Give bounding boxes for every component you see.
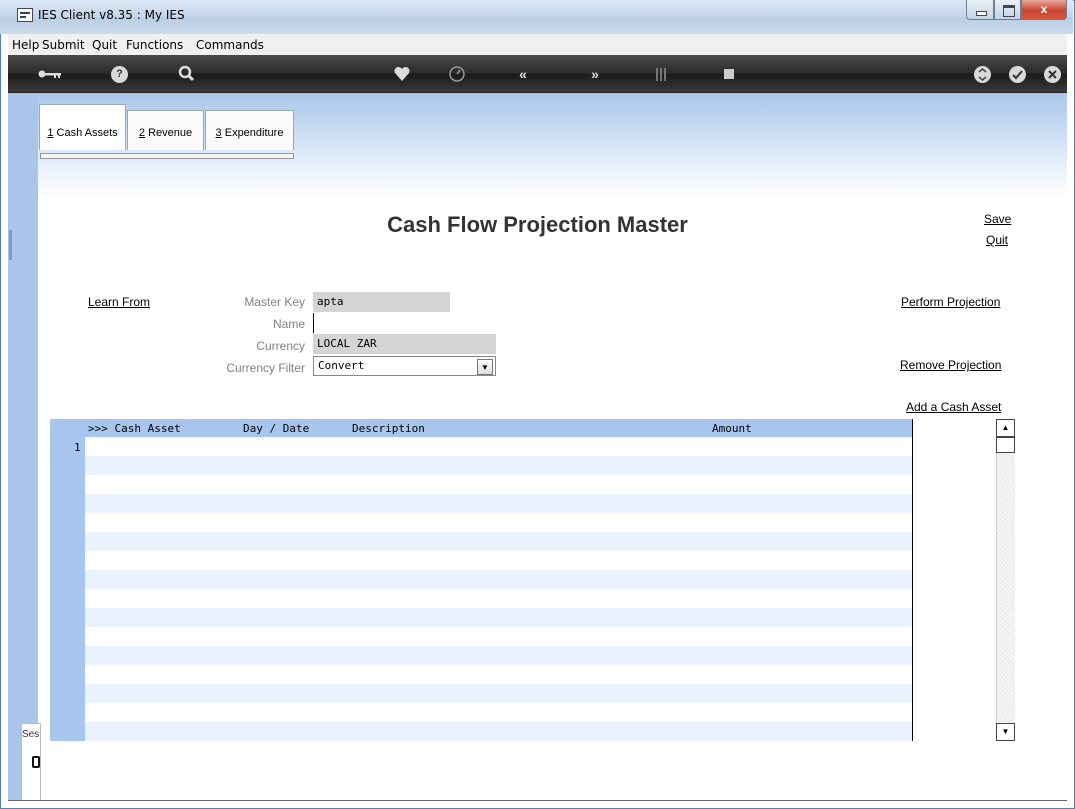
table-row[interactable] — [85, 494, 913, 513]
scroll-up-icon[interactable]: ▲ — [996, 419, 1015, 437]
search-icon[interactable] — [176, 64, 198, 84]
tab-cash-assets-label: Cash Assets — [53, 127, 118, 139]
window-close-button[interactable]: x — [1021, 0, 1067, 20]
master-key-label: Master Key — [244, 295, 305, 309]
menu-quit[interactable]: Quit — [92, 38, 117, 52]
master-key-field[interactable]: apta — [313, 292, 450, 312]
toolbar: ? « » — [8, 55, 1067, 93]
minimize-button[interactable] — [966, 0, 994, 20]
currency-filter-label: Currency Filter — [226, 361, 305, 375]
col-header-amount[interactable]: Amount — [712, 422, 752, 435]
tab-expenditure[interactable]: 3 Expenditure — [205, 110, 294, 150]
menu-help[interactable]: Help — [12, 38, 39, 52]
learn-from-link[interactable]: Learn From — [88, 295, 150, 309]
title-bar: IES Client v8.35 : My IES x — [0, 0, 1073, 34]
perform-projection-link[interactable]: Perform Projection — [901, 295, 1000, 309]
table-row[interactable] — [85, 551, 913, 570]
session-label: Ses — [22, 729, 40, 740]
grid-header: >>> Cash Asset Day / Date Description Am… — [50, 419, 913, 437]
check-icon[interactable] — [1009, 66, 1026, 83]
scroll-down-icon[interactable]: ▼ — [996, 723, 1015, 741]
cash-asset-grid: >>> Cash Asset Day / Date Description Am… — [50, 419, 913, 741]
table-row[interactable] — [85, 532, 913, 551]
save-link[interactable]: Save — [984, 212, 1011, 226]
heart-icon[interactable] — [391, 64, 413, 84]
window-title: IES Client v8.35 : My IES — [38, 8, 185, 22]
table-row[interactable] — [85, 627, 913, 646]
square-icon[interactable] — [718, 64, 740, 84]
name-label: Name — [272, 317, 305, 331]
table-row[interactable] — [85, 456, 913, 475]
recycle-icon[interactable] — [974, 66, 991, 83]
page-title: Cash Flow Projection Master — [387, 212, 688, 237]
col-header-cash-asset[interactable]: >>> Cash Asset — [88, 422, 181, 435]
table-row[interactable] — [85, 722, 913, 741]
tab-revenue[interactable]: 2 Revenue — [127, 110, 204, 150]
chevron-down-icon[interactable]: ▼ — [477, 359, 493, 375]
menu-bar: Help Submit Quit Functions Commands — [8, 34, 1067, 55]
table-row[interactable] — [85, 703, 913, 722]
maximize-button[interactable] — [994, 0, 1021, 20]
table-row[interactable] — [85, 589, 913, 608]
fast-forward-icon[interactable]: » — [584, 64, 606, 84]
menu-submit[interactable]: Submit — [42, 38, 85, 52]
table-row[interactable] — [85, 513, 913, 532]
tab-content-strip — [40, 153, 294, 159]
table-row[interactable] — [85, 437, 913, 456]
currency-label: Currency — [256, 339, 305, 353]
table-row[interactable] — [85, 608, 913, 627]
close-icon[interactable] — [1044, 66, 1061, 83]
row-number: 1 — [74, 441, 81, 454]
currency-field[interactable]: LOCAL ZAR — [313, 334, 496, 354]
row-number-column — [50, 437, 85, 741]
scrollbar-thumb[interactable] — [996, 437, 1015, 453]
table-row[interactable] — [85, 646, 913, 665]
app-icon — [17, 8, 33, 22]
menu-functions[interactable]: Functions — [126, 38, 183, 52]
session-icon[interactable] — [32, 756, 40, 768]
table-row[interactable] — [85, 475, 913, 494]
tab-revenue-label: Revenue — [145, 127, 193, 139]
tab-expenditure-label: Expenditure — [221, 127, 284, 139]
tab-cash-assets[interactable]: 1 Cash Assets — [39, 104, 126, 150]
flag-icon[interactable] — [650, 64, 672, 84]
grid-border — [912, 419, 913, 741]
add-cash-asset-link[interactable]: Add a Cash Asset — [906, 400, 1001, 414]
table-row[interactable] — [85, 570, 913, 589]
col-header-day-date[interactable]: Day / Date — [243, 422, 309, 435]
name-field[interactable] — [313, 313, 733, 333]
table-row[interactable] — [85, 665, 913, 684]
remove-projection-link[interactable]: Remove Projection — [900, 358, 1001, 372]
quit-link[interactable]: Quit — [986, 233, 1008, 247]
rewind-icon[interactable]: « — [512, 64, 534, 84]
table-row[interactable] — [85, 684, 913, 703]
left-panel — [8, 93, 38, 801]
tab-bar: 1 Cash Assets 2 Revenue 3 Expenditure — [39, 104, 295, 160]
vertical-scrollbar[interactable] — [996, 419, 1015, 741]
menu-commands[interactable]: Commands — [196, 38, 264, 52]
window-bottom-border — [8, 800, 1067, 801]
help-icon[interactable]: ? — [111, 66, 128, 83]
key-icon[interactable] — [36, 64, 64, 84]
col-header-description[interactable]: Description — [352, 422, 425, 435]
currency-filter-select[interactable]: Convert — [313, 356, 496, 376]
clock-icon[interactable] — [446, 64, 468, 84]
